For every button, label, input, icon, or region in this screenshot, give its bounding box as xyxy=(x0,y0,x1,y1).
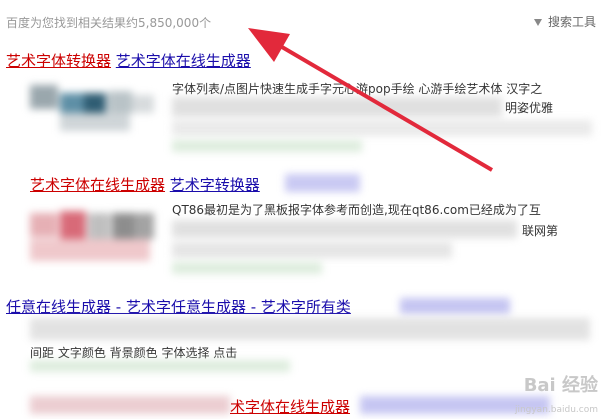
annotation-arrow xyxy=(248,28,494,172)
watermark-url: jingyan.baidu.com xyxy=(514,405,598,415)
watermark-logo: Bai 经验 xyxy=(523,375,598,396)
arrow-shaft xyxy=(268,38,494,172)
arrow-head-icon xyxy=(248,28,290,62)
